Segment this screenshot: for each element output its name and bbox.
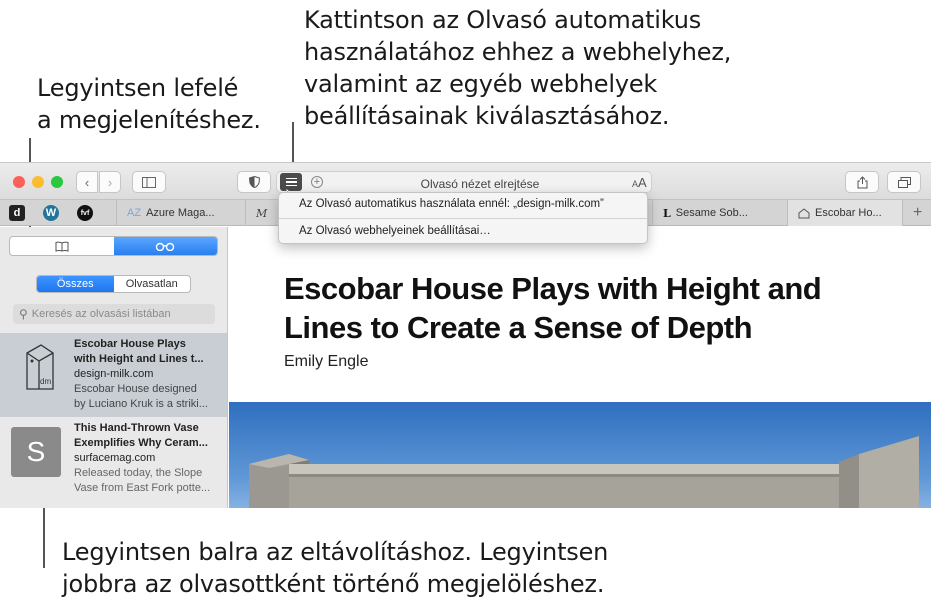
leader-line-item [43, 503, 45, 568]
close-button[interactable] [13, 176, 25, 188]
share-button[interactable] [845, 171, 879, 193]
menu-item-auto-reader[interactable]: Az Olvasó automatikus használata ennél: … [299, 198, 604, 210]
callout-line: a megjelenítéshez. [37, 106, 261, 134]
chevron-left-icon: ‹ [84, 174, 90, 190]
callout-swipe-sideways: Legyintsen balra az eltávolításhoz. Legy… [62, 536, 608, 600]
zoom-button[interactable] [51, 176, 63, 188]
item-title: This Hand-Thrown Vase [74, 422, 199, 434]
item-title: Escobar House Plays [74, 338, 186, 350]
back-button[interactable]: ‹ [76, 171, 98, 193]
item-excerpt: Released today, the Slope [74, 467, 203, 479]
callout-line: Kattintson az Olvasó automatikus [304, 6, 702, 34]
callout-line: használatához ehhez a webhelyhez, [304, 38, 732, 66]
minimize-button[interactable] [32, 176, 44, 188]
list-item-text: Escobar House Plays with Height and Line… [74, 337, 220, 412]
tab-signature[interactable]: M [245, 200, 275, 226]
favorite-fvf[interactable]: fvf [77, 205, 93, 221]
tab-azure[interactable]: AZ Azure Maga... [116, 200, 236, 226]
reader-icon-line [285, 181, 297, 183]
reading-list-search[interactable]: ⚲ Keresés az olvasási listában [13, 304, 215, 324]
menu-separator [279, 218, 647, 219]
shield-icon [248, 176, 260, 188]
design-milk-thumbnail: dm [26, 344, 54, 390]
search-icon: ⚲ [19, 307, 28, 321]
tab-label: Azure Maga... [146, 207, 215, 219]
sidebar-toggle-button[interactable] [132, 171, 166, 193]
item-domain: surfacemag.com [74, 452, 156, 464]
reading-filter: Összes Olvasatlan [36, 275, 191, 293]
surface-thumbnail: S [11, 427, 61, 477]
building-illustration [249, 436, 919, 508]
tab-overview-button[interactable] [887, 171, 921, 193]
sidebar-segmented-control [9, 236, 218, 256]
signature-tab-icon: M [256, 206, 268, 220]
item-excerpt: Escobar House designed [74, 383, 197, 395]
callout-line: valamint az egyéb webhelyek [304, 70, 658, 98]
reader-icon-line [285, 177, 297, 180]
house-icon [798, 207, 810, 218]
callout-reader-settings: Kattintson az Olvasó automatikus használ… [304, 4, 731, 132]
tabs-icon [897, 176, 911, 188]
favorite-d[interactable]: d [9, 205, 25, 221]
article-author: Emily Engle [284, 353, 369, 370]
item-domain: design-milk.com [74, 368, 154, 380]
sidebar-icon [142, 176, 156, 188]
article-photo [229, 402, 931, 508]
forward-button[interactable]: › [99, 171, 121, 193]
list-item-text: This Hand-Thrown Vase Exemplifies Why Ce… [74, 421, 220, 496]
search-placeholder: Keresés az olvasási listában [31, 308, 171, 320]
list-item[interactable]: dm Escobar House Plays with Height and L… [0, 333, 227, 417]
azure-tab-icon: AZ [127, 207, 142, 219]
privacy-report-button[interactable] [237, 171, 271, 193]
add-reading-list-icon[interactable]: + [311, 176, 323, 188]
article-headline: Escobar House Plays with Height and Line… [284, 271, 822, 345]
glasses-icon [156, 242, 175, 251]
tab-sesame[interactable]: L Sesame Sob... [652, 200, 787, 226]
text-size-button[interactable]: AA [632, 175, 647, 190]
bookmarks-tab[interactable] [10, 237, 114, 255]
item-excerpt: by Luciano Kruk is a striki... [74, 398, 208, 410]
tab-label: Escobar Ho... [815, 207, 882, 219]
address-text: Olvasó nézet elrejtése [420, 177, 540, 191]
new-tab-button[interactable]: + [902, 200, 931, 226]
reader-icon-line [285, 184, 297, 187]
callout-line: jobbra az olvasottként történő megjelölé… [62, 570, 605, 598]
tab-label: Sesame Sob... [675, 207, 748, 219]
chevron-right-icon: › [107, 174, 113, 190]
item-title: Exemplifies Why Ceram... [74, 437, 208, 449]
book-icon [55, 241, 69, 252]
thumb-label: dm [40, 377, 51, 386]
sesame-tab-icon: L [663, 206, 671, 220]
filter-unread[interactable]: Olvasatlan [114, 276, 191, 292]
item-title: with Height and Lines t... [74, 353, 204, 365]
reading-list-tab[interactable] [113, 237, 217, 255]
reader-article: Escobar House Plays with Height and Line… [229, 227, 931, 508]
reading-list-sidebar: Összes Olvasatlan ⚲ Keresés az olvasási … [0, 227, 228, 508]
tab-escobar[interactable]: Escobar Ho... [787, 200, 902, 226]
item-excerpt: Vase from East Fork potte... [74, 482, 211, 494]
menu-item-reader-settings[interactable]: Az Olvasó webhelyeinek beállításai… [299, 225, 491, 237]
callout-swipe-down: Legyintsen lefelé a megjelenítéshez. [37, 72, 261, 136]
callout-line: Legyintsen lefelé [37, 74, 239, 102]
callout-line: Legyintsen balra az eltávolításhoz. Legy… [62, 538, 609, 566]
favorite-wordpress-icon[interactable]: W [43, 205, 59, 221]
list-item[interactable]: S This Hand-Thrown Vase Exemplifies Why … [0, 417, 227, 501]
filter-all[interactable]: Összes [37, 276, 114, 292]
reader-context-menu: Az Olvasó automatikus használata ennél: … [278, 192, 648, 244]
callout-line: beállításainak kiválasztásához. [304, 102, 670, 130]
share-icon [857, 175, 867, 188]
